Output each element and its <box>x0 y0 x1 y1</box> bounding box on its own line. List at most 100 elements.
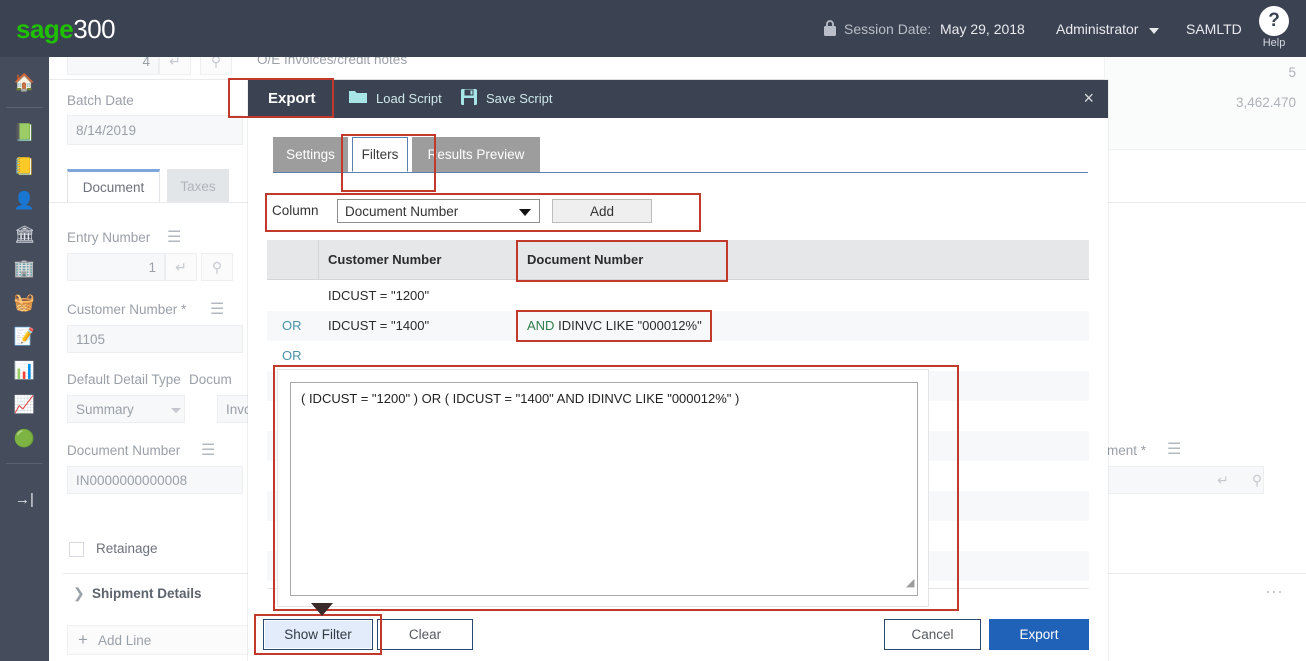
bg-batch-date-field[interactable]: 8/14/2019 <box>67 115 243 145</box>
annotation-arrow-down <box>311 603 333 616</box>
bg-entry-search-button[interactable]: ⚲ <box>201 253 233 281</box>
bg-customer-number-field[interactable]: 1105 <box>67 325 243 353</box>
cancel-button[interactable]: Cancel <box>884 619 981 650</box>
sidebar-item-home[interactable]: 🏠 <box>0 63 49 103</box>
bg-tab-taxes-label: Taxes <box>180 178 216 194</box>
grid-header-divider-1 <box>318 240 319 280</box>
tab-results-preview-label: Results Preview <box>427 147 525 162</box>
save-script-button[interactable]: Save Script <box>486 91 552 106</box>
document-number-menu-icon[interactable]: ☰ <box>201 443 215 459</box>
bg-tab-taxes[interactable]: Taxes <box>167 169 229 203</box>
accounts-receivable-icon: 📒 <box>13 157 36 176</box>
sidebar-item-tax-services[interactable]: 🟢 <box>0 419 49 459</box>
bg-detail-type-label: Default Detail Type <box>67 372 181 387</box>
lock-icon <box>824 20 836 36</box>
table-row[interactable]: OR <box>267 341 1089 371</box>
logo-sage-text: sage <box>16 14 74 44</box>
column-header-document-number[interactable]: Document Number <box>527 252 643 267</box>
bg-right-search-button[interactable]: ⚲ <box>1241 466 1273 494</box>
help-icon[interactable]: ? <box>1259 6 1289 36</box>
common-services-icon: 🏢 <box>13 259 36 278</box>
bg-batch-date-label: Batch Date <box>67 93 134 108</box>
bg-tab-document-label: Document <box>82 180 145 195</box>
bg-detail-type-select[interactable]: Summary <box>67 395 185 423</box>
cell-document-condition[interactable]: AND IDINVC LIKE "000012%" <box>527 318 702 333</box>
shipment-details-label: Shipment Details <box>92 586 202 601</box>
tab-settings[interactable]: Settings <box>273 137 348 172</box>
resize-handle-icon[interactable]: ◢ <box>906 576 918 589</box>
collapse-menu-icon: →| <box>15 490 34 508</box>
column-select-value: Document Number <box>345 203 459 219</box>
bg-right-enter-button[interactable]: ↵ <box>1207 466 1239 494</box>
project-job-costing-icon: 📈 <box>13 395 36 414</box>
column-select[interactable]: Document Number <box>337 199 540 223</box>
dialog-header: Export Load Script Save Script × <box>248 80 1108 118</box>
filter-expression-textarea[interactable] <box>290 382 918 596</box>
chevron-right-icon[interactable]: ❯ <box>73 585 85 602</box>
row-overflow-menu-icon[interactable]: ⋯ <box>1265 582 1285 603</box>
entry-number-menu-icon[interactable]: ☰ <box>167 230 181 246</box>
retainage-label: Retainage <box>96 541 158 556</box>
cell-document-operator: AND <box>527 318 555 333</box>
table-row[interactable]: IDCUST = "1200" <box>267 281 1089 311</box>
cell-customer-condition[interactable]: IDCUST = "1400" <box>328 318 429 333</box>
table-row[interactable]: OR IDCUST = "1400" AND IDINVC LIKE "0000… <box>267 311 1089 341</box>
bg-document-number-label: Document Number <box>67 443 181 458</box>
tab-filters[interactable]: Filters <box>352 137 408 172</box>
filter-expression-panel: ◢ <box>277 369 929 607</box>
cell-operator[interactable]: OR <box>282 348 302 363</box>
company-label: SAMLTD <box>1186 21 1242 37</box>
close-icon[interactable]: × <box>1083 88 1094 108</box>
top-navigation-bar: sage300 Session Date: May 29, 2018 Admin… <box>0 0 1306 57</box>
session-date-label: Session Date: <box>844 21 932 37</box>
tab-settings-label: Settings <box>286 147 335 162</box>
bg-document-type-label: Docum <box>189 372 232 387</box>
cell-customer-condition[interactable]: IDCUST = "1200" <box>328 288 429 303</box>
bg-tab-document[interactable]: Document <box>67 169 160 203</box>
sage-logo: sage300 <box>16 14 116 45</box>
retainage-checkbox[interactable] <box>69 542 84 557</box>
clear-button[interactable]: Clear <box>377 619 473 650</box>
logo-number-text: 300 <box>73 14 116 44</box>
load-script-button[interactable]: Load Script <box>376 91 442 106</box>
help-label: Help <box>1262 37 1286 49</box>
bg-customer-number-label: Customer Number * <box>67 302 187 317</box>
plus-icon: + <box>78 630 88 649</box>
export-button[interactable]: Export <box>989 619 1089 650</box>
tab-results-preview[interactable]: Results Preview <box>412 137 540 172</box>
bg-right-divider <box>1089 202 1306 203</box>
bg-detail-type-value: Summary <box>76 401 134 417</box>
user-menu[interactable]: Administrator <box>1056 21 1138 37</box>
tax-services-icon: 🟢 <box>13 429 36 448</box>
add-line-bar[interactable]: + Add Line <box>67 625 267 655</box>
bg-right-field-label: ment * <box>1107 443 1147 458</box>
folder-icon[interactable] <box>348 88 368 105</box>
bg-entry-number-value: 1 <box>148 259 156 275</box>
bg-document-number-field[interactable]: IN0000000000008 <box>67 466 243 494</box>
sidebar-divider-top <box>6 107 43 108</box>
customer-number-menu-icon[interactable]: ☰ <box>210 302 224 318</box>
chevron-down-icon[interactable] <box>1149 28 1159 34</box>
bg-document-number-value: IN0000000000008 <box>76 472 188 488</box>
tab-underline <box>273 172 1088 173</box>
bg-entry-number-label: Entry Number <box>67 230 151 245</box>
sidebar-divider-bottom <box>6 463 43 464</box>
add-button[interactable]: Add <box>552 199 652 223</box>
show-filter-button[interactable]: Show Filter <box>263 619 373 650</box>
bg-entry-enter-button[interactable]: ↵ <box>165 253 197 281</box>
bg-right-count: 5 <box>1288 65 1296 80</box>
bg-right-panel: 5 3,462.470 <box>1104 47 1306 150</box>
bank-services-icon: 🏛 <box>13 225 36 244</box>
administrative-services-icon: 👤 <box>13 191 36 210</box>
chevron-down-icon <box>519 209 531 216</box>
save-icon[interactable] <box>460 88 478 106</box>
add-line-label: Add Line <box>97 632 152 648</box>
cell-operator[interactable]: OR <box>282 318 302 333</box>
bg-entry-number-field[interactable]: 1 <box>67 253 165 281</box>
bg-right-menu-icon[interactable]: ☰ <box>1167 442 1181 458</box>
bg-right-amount: 3,462.470 <box>1235 95 1296 110</box>
cell-document-expression: IDINVC LIKE "000012%" <box>558 318 702 333</box>
column-header-customer-number[interactable]: Customer Number <box>328 252 441 267</box>
sidebar-item-collapse-menu[interactable]: →| <box>0 479 49 519</box>
column-label: Column <box>272 203 319 218</box>
